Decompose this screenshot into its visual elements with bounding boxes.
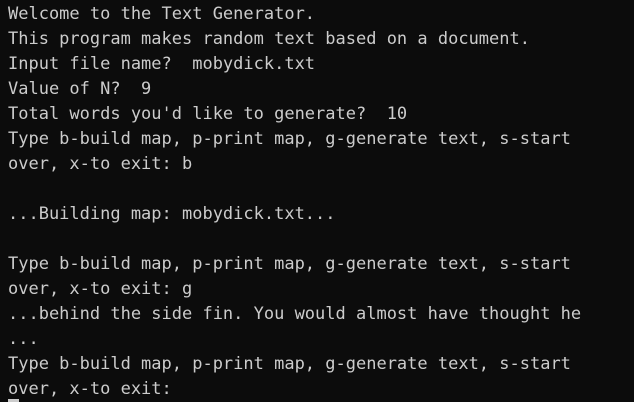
- terminal-window[interactable]: Welcome to the Text Generator. This prog…: [0, 0, 634, 402]
- menu-prompt-line: Type b-build map, p-print map, g-generat…: [8, 129, 571, 149]
- menu-choice-line: over, x-to exit: b: [8, 154, 193, 174]
- welcome-line: Welcome to the Text Generator.: [8, 4, 316, 24]
- description-line: This program makes random text based on …: [8, 29, 530, 49]
- generated-text-line: ...behind the side fin. You would almost…: [8, 304, 582, 324]
- menu-input-line[interactable]: over, x-to exit:: [8, 377, 634, 402]
- input-file-prompt: Input file name? mobydick.txt: [8, 54, 316, 74]
- generated-text-continuation: ...: [8, 329, 39, 349]
- menu-prompt-line: Type b-build map, p-print map, g-generat…: [8, 354, 571, 374]
- total-words-prompt: Total words you'd like to generate? 10: [8, 104, 408, 124]
- building-map-line: ...Building map: mobydick.txt...: [8, 204, 336, 224]
- menu-prompt-line: Type b-build map, p-print map, g-generat…: [8, 254, 571, 274]
- menu-choice-line: over, x-to exit: g: [8, 279, 193, 299]
- value-n-prompt: Value of N? 9: [8, 79, 152, 99]
